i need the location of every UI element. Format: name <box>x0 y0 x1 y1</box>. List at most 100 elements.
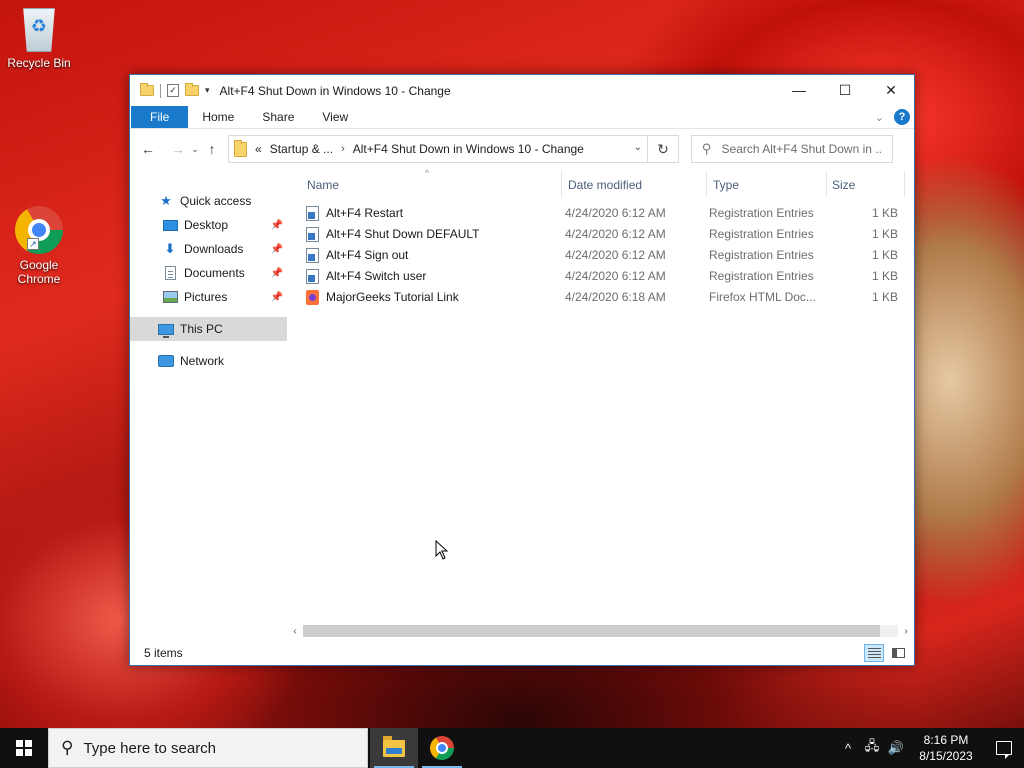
nav-item-downloads[interactable]: ⬇ Downloads 📌 <box>130 237 287 261</box>
tab-share[interactable]: Share <box>248 106 308 128</box>
details-view-icon <box>867 648 881 658</box>
system-tray: ^ 🖧 🔊 8:16 PM 8/15/2023 <box>836 728 1024 768</box>
help-icon[interactable]: ? <box>894 109 910 125</box>
file-name: MajorGeeks Tutorial Link <box>326 290 459 304</box>
column-header-type[interactable]: Type <box>713 178 739 192</box>
folder-icon <box>140 83 154 96</box>
desktop-icon-google-chrome[interactable]: ↗ Google Chrome <box>1 206 77 286</box>
forward-button[interactable]: → <box>168 137 188 161</box>
clock-time: 8:16 PM <box>923 733 969 747</box>
file-date-modified: 4/24/2020 6:12 AM <box>565 206 666 220</box>
action-center-button[interactable] <box>984 728 1024 768</box>
up-button[interactable]: ↑ <box>202 137 222 161</box>
search-box[interactable]: ⚲ <box>691 135 893 163</box>
recent-locations-button[interactable]: ⌄ <box>188 137 202 161</box>
desktop-icon-label: Google Chrome <box>17 258 61 286</box>
tab-view[interactable]: View <box>308 106 362 128</box>
file-explorer-window: ✓ ▾ Alt+F4 Shut Down in Windows 10 - Cha… <box>129 74 915 666</box>
desktop-icon-recycle-bin[interactable]: Recycle Bin <box>1 8 77 70</box>
large-icons-view-icon <box>891 648 905 658</box>
title-bar: ✓ ▾ Alt+F4 Shut Down in Windows 10 - Cha… <box>130 75 914 106</box>
file-size: 1 KB <box>872 269 899 283</box>
new-folder-icon[interactable] <box>185 83 199 96</box>
address-dropdown-icon[interactable]: ⌄ <box>634 142 642 153</box>
taskbar-search-box[interactable]: ⚲ Type here to search <box>48 728 368 768</box>
taskbar-search-placeholder: Type here to search <box>83 739 217 757</box>
table-row[interactable]: Alt+F4 Sign out 4/24/2020 6:12 AM Registra… <box>287 245 914 266</box>
column-divider[interactable] <box>706 171 707 197</box>
scrollbar-track[interactable] <box>303 625 898 637</box>
breadcrumb-overflow[interactable]: « <box>255 142 262 156</box>
nav-item-pictures[interactable]: Pictures 📌 <box>130 285 287 309</box>
details-view-button[interactable] <box>864 644 884 662</box>
nav-item-desktop[interactable]: Desktop 📌 <box>130 213 287 237</box>
chrome-icon <box>430 736 454 760</box>
nav-item-this-pc[interactable]: This PC <box>130 317 287 341</box>
file-type: Registration Entries <box>709 227 814 241</box>
column-header-name[interactable]: Name <box>307 178 339 192</box>
breadcrumb-separator[interactable]: › <box>341 143 345 155</box>
close-button[interactable]: ✕ <box>868 75 914 105</box>
customize-toolbar-icon[interactable]: ▾ <box>205 85 210 96</box>
scrollbar-thumb[interactable] <box>303 625 881 637</box>
tab-home[interactable]: Home <box>188 106 248 128</box>
search-input[interactable] <box>721 142 882 156</box>
search-icon: ⚲ <box>702 141 712 156</box>
file-type: Registration Entries <box>709 269 814 283</box>
table-row[interactable]: Alt+F4 Switch user 4/24/2020 6:12 AM Regis… <box>287 266 914 287</box>
notification-icon <box>996 741 1012 759</box>
scroll-right-icon[interactable]: › <box>898 626 914 637</box>
computer-icon <box>158 323 174 338</box>
maximize-button[interactable]: ☐ <box>822 75 868 105</box>
navigation-bar: ← → ⌄ ↑ « Startup & ... › Alt+F4 Shut Do… <box>130 129 914 169</box>
breadcrumb-item-startup[interactable]: Startup & ... <box>270 142 333 156</box>
nav-item-quick-access[interactable]: ★ Quick access <box>130 189 287 213</box>
file-explorer-icon <box>383 735 405 757</box>
table-row[interactable]: Alt+F4 Restart 4/24/2020 6:12 AM Registrat… <box>287 203 914 224</box>
column-divider[interactable] <box>561 171 562 197</box>
file-name: Alt+F4 Sign out <box>326 248 409 262</box>
navigation-pane: ★ Quick access Desktop 📌 ⬇ Downloads 📌 D… <box>130 169 287 641</box>
nav-item-network[interactable]: Network <box>130 349 287 373</box>
desktop-icon-label: Recycle Bin <box>7 56 71 70</box>
column-header-size[interactable]: Size <box>832 178 855 192</box>
breadcrumb-item-current[interactable]: Alt+F4 Shut Down in Windows 10 - Change <box>353 142 584 156</box>
back-button[interactable]: ← <box>138 137 158 161</box>
nav-item-label: Downloads <box>184 242 244 256</box>
table-row[interactable]: Alt+F4 Shut Down DEFAULT 4/24/2020 6:12 A… <box>287 224 914 245</box>
status-bar: 5 items <box>130 641 914 665</box>
tab-file[interactable]: File <box>131 106 189 128</box>
nav-item-label: Documents <box>184 266 245 280</box>
pin-icon: 📌 <box>270 291 283 303</box>
nav-item-label: This PC <box>180 322 223 336</box>
star-icon: ★ <box>160 193 172 208</box>
file-date-modified: 4/24/2020 6:12 AM <box>565 248 666 262</box>
address-bar[interactable]: « Startup & ... › Alt+F4 Shut Down in Wi… <box>228 135 679 163</box>
refresh-button[interactable]: ↻ <box>647 136 678 162</box>
volume-icon[interactable]: 🔊 <box>884 740 908 756</box>
taskbar-app-file-explorer[interactable] <box>370 728 418 768</box>
horizontal-scrollbar[interactable]: ‹ › <box>287 624 914 638</box>
pin-icon: 📌 <box>270 219 283 231</box>
desktop-icon <box>162 219 178 231</box>
show-hidden-icons-icon[interactable]: ^ <box>836 741 860 756</box>
expand-ribbon-icon[interactable]: ⌄ <box>875 111 884 124</box>
clock[interactable]: 8:16 PM 8/15/2023 <box>908 732 984 764</box>
minimize-button[interactable]: — <box>776 75 822 105</box>
large-icons-view-button[interactable] <box>888 644 908 662</box>
file-type: Firefox HTML Doc... <box>709 290 816 304</box>
nav-item-label: Desktop <box>184 218 229 232</box>
file-name: Alt+F4 Shut Down DEFAULT <box>326 227 480 241</box>
network-icon[interactable]: 🖧 <box>860 737 884 759</box>
taskbar-app-google-chrome[interactable] <box>418 728 466 768</box>
scroll-left-icon[interactable]: ‹ <box>287 626 303 637</box>
column-header-date-modified[interactable]: Date modified <box>568 178 642 192</box>
column-divider[interactable] <box>904 171 905 197</box>
column-divider[interactable] <box>826 171 827 197</box>
properties-icon[interactable]: ✓ <box>167 84 179 97</box>
file-size: 1 KB <box>872 227 899 241</box>
start-button[interactable] <box>0 728 48 768</box>
nav-item-documents[interactable]: Documents 📌 <box>130 261 287 285</box>
file-date-modified: 4/24/2020 6:18 AM <box>565 290 666 304</box>
table-row[interactable]: MajorGeeks Tutorial Link 4/24/2020 6:18 A… <box>287 287 914 308</box>
